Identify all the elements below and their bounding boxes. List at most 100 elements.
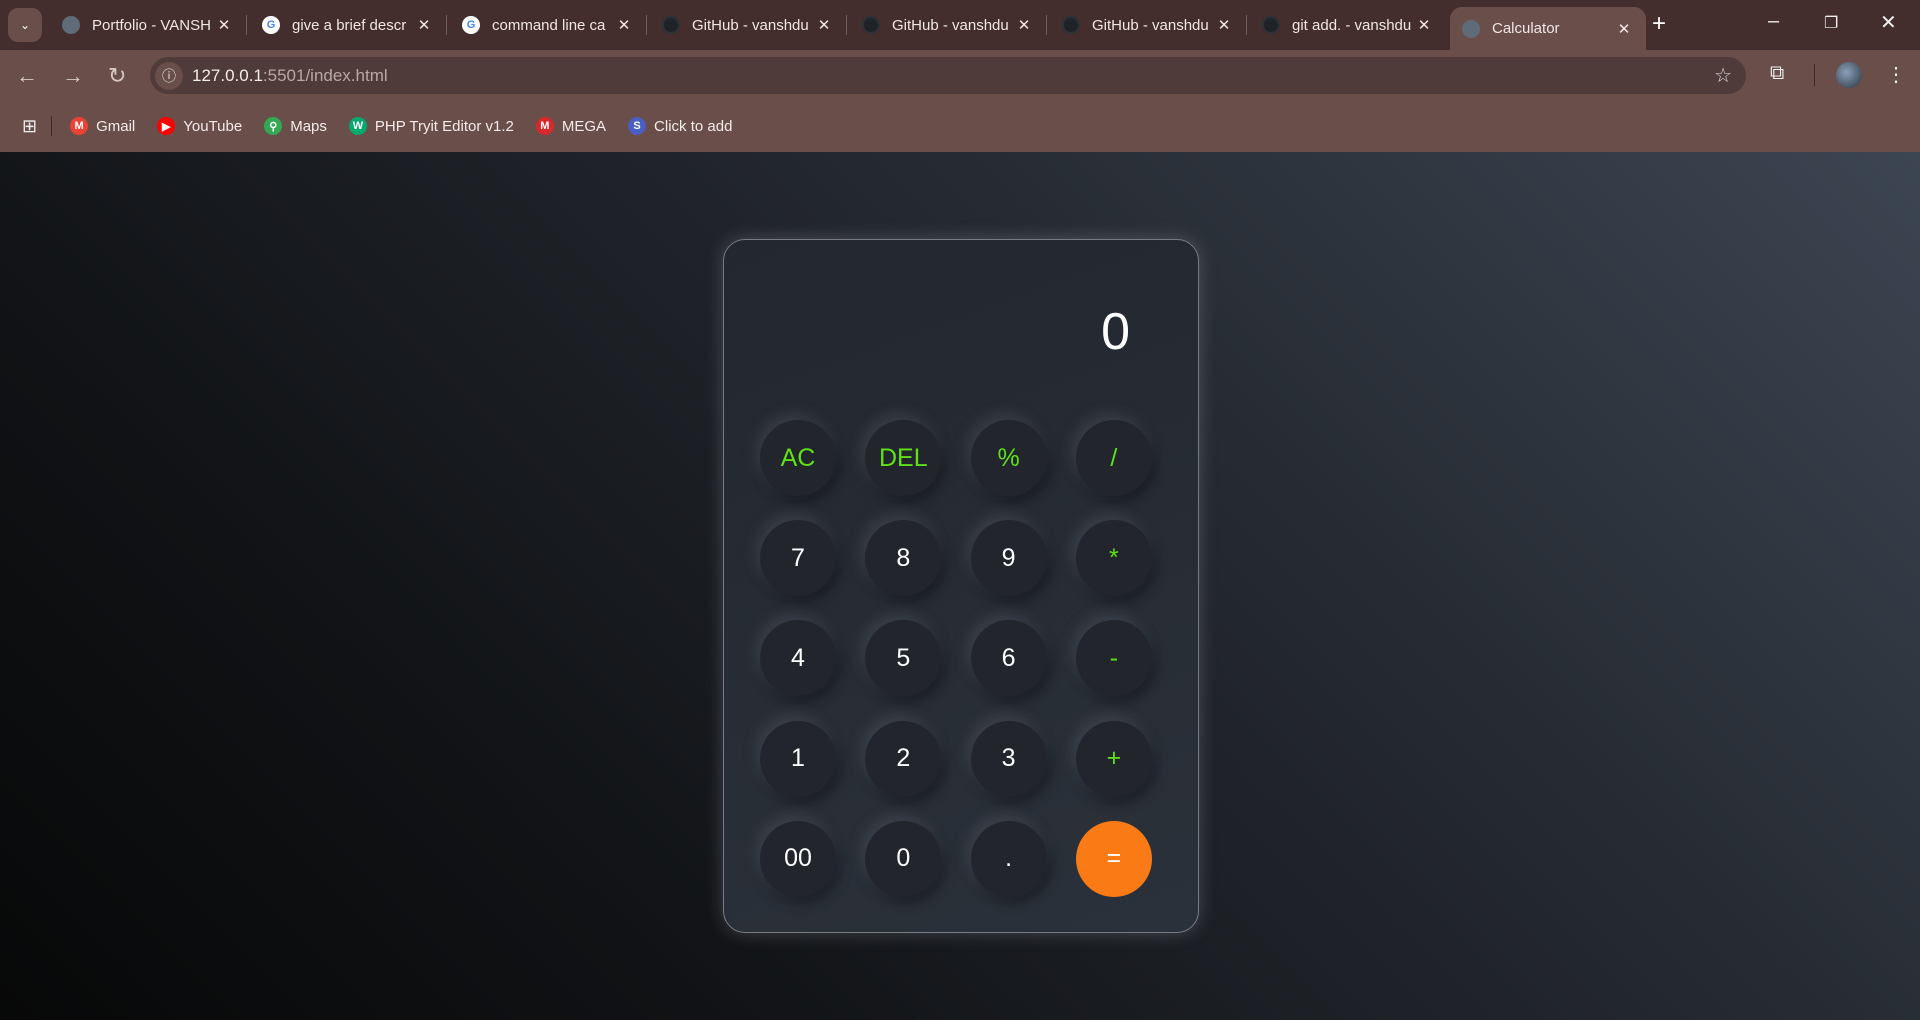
bookmark-label: PHP Tryit Editor v1.2: [374, 117, 514, 135]
tab-title: GitHub - vanshdu: [892, 16, 1009, 34]
key-7[interactable]: *: [1075, 520, 1152, 597]
tab-title: git add. - vanshdu: [1292, 16, 1412, 34]
key-16[interactable]: 00: [760, 820, 836, 897]
bookmark-label: Gmail: [96, 117, 136, 135]
key-3[interactable]: /: [1075, 420, 1152, 496]
tab-bar: ⌄ Portfolio - VANSH ✕ Ggive a brief descr ✕…: [0, 0, 1920, 50]
key-12[interactable]: 1: [760, 720, 836, 797]
key-0[interactable]: AC: [760, 420, 836, 496]
reload-button[interactable]: ↻: [108, 63, 126, 89]
close-tab-icon[interactable]: ✕: [1414, 16, 1434, 34]
google-icon: G: [262, 16, 280, 34]
tab-title: give a brief descr: [292, 16, 407, 34]
tab-search-button[interactable]: ⌄: [8, 8, 42, 42]
key-2[interactable]: %: [970, 420, 1047, 496]
menu-icon[interactable]: ⋮: [1886, 62, 1906, 87]
bookmark-favicon-icon: W: [348, 117, 367, 135]
bookmark-favicon-icon: S: [628, 117, 647, 135]
forward-button[interactable]: →: [62, 63, 84, 89]
close-tab-icon[interactable]: ✕: [614, 16, 634, 34]
tab-title: GitHub - vanshdu: [1092, 16, 1209, 34]
bookmark-label: MEGA: [561, 117, 607, 135]
close-tab-icon[interactable]: ✕: [814, 16, 834, 34]
tab-6[interactable]: git add. - vanshdu ✕: [1250, 7, 1446, 43]
close-tab-icon[interactable]: ✕: [1614, 20, 1634, 38]
toolbar: ← → ↻ ⓘ 127.0.0.1:5501/index.html ☆ ⧉ ⋮: [0, 50, 1920, 100]
tab-5[interactable]: GitHub - vanshdu ✕: [1050, 7, 1247, 43]
bookmark-favicon-icon: ⚲: [264, 117, 283, 135]
bookmarks-bar: ⊞ M Gmail ▶ YouTube ⚲ Maps W PHP Tryit Editor v…: [0, 100, 1920, 152]
tab-separator: [246, 15, 247, 35]
github-icon: [862, 16, 880, 34]
key-9[interactable]: 5: [865, 620, 942, 697]
tab-3[interactable]: GitHub - vanshdu ✕: [650, 7, 847, 43]
tab-1[interactable]: Ggive a brief descr ✕: [250, 7, 447, 43]
divider: [1814, 64, 1815, 86]
key-17[interactable]: 0: [865, 820, 942, 897]
new-tab-button[interactable]: +: [1652, 10, 1666, 38]
close-tab-icon[interactable]: ✕: [414, 16, 434, 34]
github-icon: [662, 16, 680, 34]
key-4[interactable]: 7: [760, 520, 836, 597]
bookmark-0[interactable]: M Gmail: [70, 117, 135, 135]
github-icon: [1062, 16, 1080, 34]
close-tab-icon[interactable]: ✕: [214, 16, 234, 34]
tab-2[interactable]: Gcommand line ca ✕: [450, 7, 647, 43]
tab-7[interactable]: Calculator ✕: [1450, 7, 1646, 50]
tab-4[interactable]: GitHub - vanshdu ✕: [850, 7, 1047, 43]
bookmark-label: Maps: [290, 117, 327, 135]
bookmark-1[interactable]: ▶ YouTube: [157, 117, 242, 135]
google-icon: G: [462, 16, 480, 34]
calculator: 0 AC DEL%/7 8 9 * 4 5 6-1 2 3 +00 0. =: [723, 239, 1199, 933]
bookmark-label: Click to add: [654, 117, 733, 135]
key-1[interactable]: DEL: [865, 420, 942, 496]
key-15[interactable]: +: [1075, 720, 1152, 797]
key-13[interactable]: 2: [865, 720, 942, 797]
page-content: 0 AC DEL%/7 8 9 * 4 5 6-1 2 3 +00 0. =: [0, 152, 1920, 1020]
close-window-button[interactable]: ✕: [1880, 10, 1897, 35]
extensions-icon[interactable]: ⧉: [1770, 62, 1784, 85]
key-18[interactable]: .: [970, 820, 1047, 897]
calculator-display: 0: [1101, 303, 1130, 361]
bookmark-5[interactable]: S Click to add: [628, 117, 732, 135]
minimize-button[interactable]: –: [1768, 10, 1779, 33]
tab-separator: [646, 15, 647, 35]
globe-icon: [62, 16, 80, 34]
key-10[interactable]: 6: [970, 620, 1047, 697]
url-text[interactable]: 127.0.0.1:5501/index.html: [192, 66, 388, 86]
key-8[interactable]: 4: [760, 620, 836, 697]
bookmark-2[interactable]: ⚲ Maps: [264, 117, 327, 135]
tab-separator: [846, 15, 847, 35]
bookmark-favicon-icon: M: [70, 117, 89, 135]
close-tab-icon[interactable]: ✕: [1214, 16, 1234, 34]
github-icon: [1262, 16, 1280, 34]
tab-title: Calculator: [1492, 20, 1560, 37]
apps-grid-icon[interactable]: ⊞: [22, 116, 37, 137]
tab-title: Portfolio - VANSH: [92, 16, 211, 34]
bookmark-star-icon[interactable]: ☆: [1714, 63, 1732, 88]
globe-icon: [1462, 19, 1480, 38]
bookmark-label: YouTube: [183, 117, 243, 135]
tab-separator: [1246, 15, 1247, 35]
restore-button[interactable]: ❐: [1824, 13, 1838, 33]
tab-title: command line ca: [492, 16, 606, 34]
bookmark-favicon-icon: ▶: [157, 117, 176, 135]
key-6[interactable]: 9: [970, 520, 1047, 597]
key-11[interactable]: -: [1075, 620, 1152, 697]
site-info-icon[interactable]: ⓘ: [155, 61, 183, 90]
key-5[interactable]: 8: [865, 520, 942, 597]
profile-avatar[interactable]: [1836, 62, 1862, 88]
close-tab-icon[interactable]: ✕: [1014, 16, 1034, 34]
divider: [51, 116, 53, 136]
address-bar[interactable]: ⓘ 127.0.0.1:5501/index.html ☆: [150, 57, 1746, 94]
back-button[interactable]: ←: [16, 63, 38, 89]
url-host: 127.0.0.1: [192, 65, 263, 85]
bookmark-4[interactable]: M MEGA: [535, 117, 607, 135]
key-14[interactable]: 3: [970, 720, 1047, 797]
url-path: :5501/index.html: [262, 65, 388, 85]
tab-0[interactable]: Portfolio - VANSH ✕: [50, 7, 247, 43]
bookmark-3[interactable]: W PHP Tryit Editor v1.2: [348, 117, 514, 135]
key-19[interactable]: =: [1075, 820, 1152, 897]
tab-separator: [1046, 15, 1047, 35]
tab-title: GitHub - vanshdu: [692, 16, 809, 34]
